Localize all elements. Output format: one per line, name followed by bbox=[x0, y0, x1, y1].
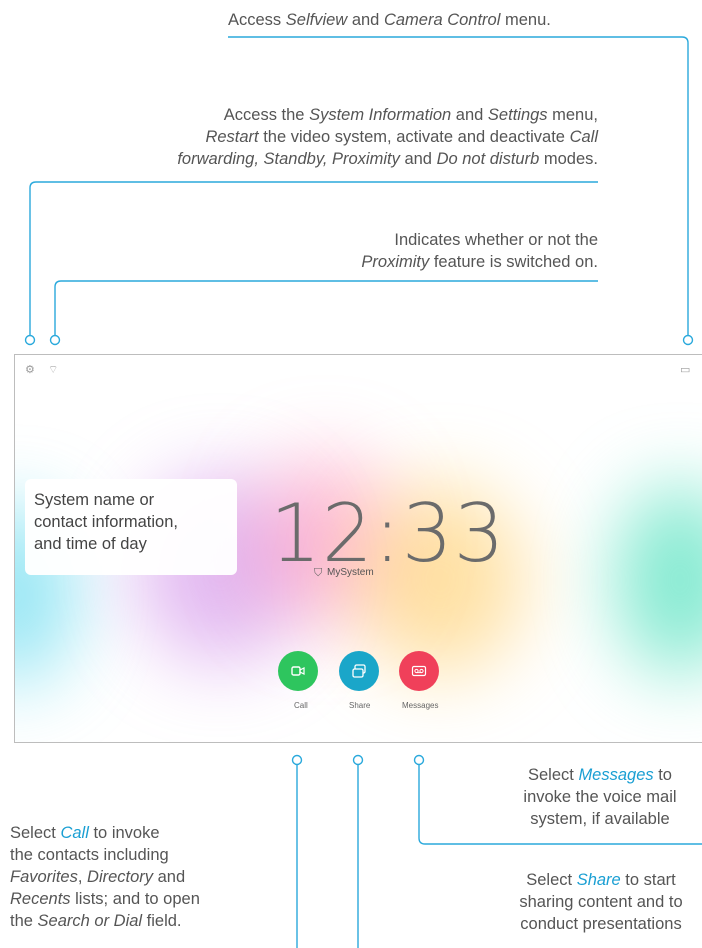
system-name-callout: System name or contact information, and … bbox=[25, 479, 237, 575]
selfview-annotation: Access Selfview and Camera Control menu. bbox=[228, 11, 551, 29]
call-label: Call bbox=[294, 701, 308, 710]
selfview-camera-icon[interactable]: ▭ bbox=[680, 363, 690, 376]
proximity-icon[interactable]: ⌔ bbox=[48, 363, 58, 377]
voicemail-icon bbox=[411, 665, 427, 677]
bg-glow-teal-right bbox=[615, 485, 702, 675]
share-screen-icon bbox=[352, 664, 366, 678]
proximity-annotation: Indicates whether or not the Proximity f… bbox=[361, 231, 598, 271]
clock-time: 12:33 bbox=[270, 487, 506, 580]
share-button[interactable] bbox=[339, 651, 379, 691]
share-annotation: Select Share to start sharing content an… bbox=[519, 871, 683, 933]
messages-annotation: Select Messages to invoke the voice mail… bbox=[523, 766, 677, 828]
settings-gear-icon[interactable]: ⚙ bbox=[25, 363, 35, 376]
settings-annotation: Access the System Information and Settin… bbox=[177, 106, 598, 168]
system-name: MySystem bbox=[327, 567, 374, 578]
video-camera-icon bbox=[291, 666, 305, 676]
callout-text: System name or contact information, and … bbox=[34, 491, 178, 553]
call-annotation: Select Call to invoke the contacts inclu… bbox=[10, 824, 200, 930]
share-label: Share bbox=[349, 701, 371, 710]
messages-button[interactable] bbox=[399, 651, 439, 691]
messages-label: Messages bbox=[402, 701, 439, 710]
location-pin-icon: ⛉ bbox=[314, 567, 323, 579]
call-button[interactable] bbox=[278, 651, 318, 691]
device-home-screen: ⚙ ⌔ ▭ 12:33 ⛉ MySystem System name or co… bbox=[14, 354, 702, 743]
